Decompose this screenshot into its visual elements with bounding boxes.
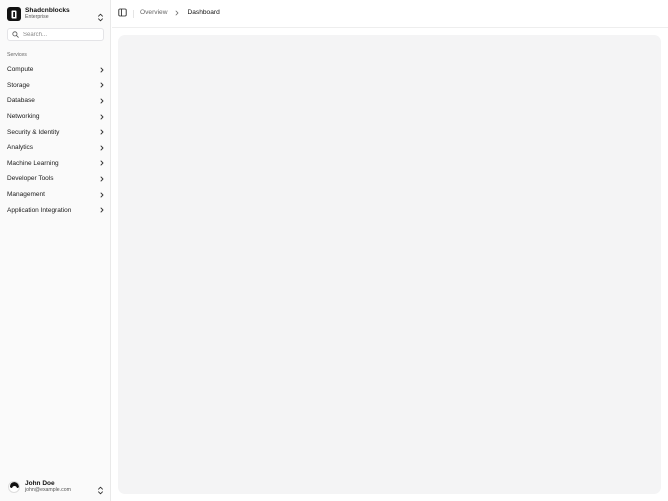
avatar (8, 481, 20, 493)
panel-left-icon[interactable] (118, 8, 127, 17)
chevron-right-icon (99, 192, 105, 198)
sidebar-item-application-integration[interactable]: Application Integration (3, 202, 108, 218)
chevron-right-icon (99, 98, 105, 104)
team-plan: Enterprise (25, 13, 49, 20)
chevron-right-icon (174, 10, 180, 16)
sidebar-item-label: Management (7, 191, 45, 199)
chevron-right-icon (99, 67, 105, 73)
search-box (7, 28, 104, 41)
team-info: Shadcnblocks Enterprise (25, 7, 70, 20)
sidebar-menu: Compute Storage Database Networking Secu… (3, 62, 108, 218)
team-switcher[interactable]: Shadcnblocks Enterprise (4, 4, 107, 24)
main-content-area (118, 35, 661, 494)
chevrons-up-down-icon (97, 482, 104, 500)
user-menu[interactable]: John Doe john@example.com (4, 477, 107, 497)
sidebar-item-label: Developer Tools (7, 175, 54, 183)
sidebar-item-storage[interactable]: Storage (3, 78, 108, 94)
sidebar-item-security-identity[interactable]: Security & Identity (3, 124, 108, 140)
chevron-right-icon (99, 145, 105, 151)
user-email: john@example.com (25, 486, 71, 493)
sidebar-item-label: Machine Learning (7, 159, 59, 167)
breadcrumb-overview[interactable]: Overview (140, 9, 167, 16)
sidebar-item-label: Database (7, 97, 35, 105)
chevron-right-icon (99, 129, 105, 135)
sidebar-item-label: Analytics (7, 144, 34, 152)
sidebar-item-label: Application Integration (7, 206, 72, 214)
sidebar-item-label: Storage (7, 81, 30, 89)
breadcrumb: Overview Dashboard (140, 9, 220, 16)
sidebar-item-database[interactable]: Database (3, 93, 108, 109)
chevron-right-icon (99, 176, 105, 182)
chevron-right-icon (99, 114, 105, 120)
search-input[interactable] (23, 31, 101, 38)
chevron-right-icon (99, 82, 105, 88)
search-icon (12, 31, 19, 38)
sidebar-item-label: Security & Identity (7, 128, 60, 136)
sidebar-item-machine-learning[interactable]: Machine Learning (3, 156, 108, 172)
header-divider (133, 10, 134, 18)
sidebar-item-developer-tools[interactable]: Developer Tools (3, 171, 108, 187)
breadcrumb-dashboard: Dashboard (187, 9, 220, 16)
top-header: Overview Dashboard (112, 0, 668, 28)
sidebar-item-compute[interactable]: Compute (3, 62, 108, 78)
sidebar-item-label: Compute (7, 66, 34, 74)
sidebar-item-analytics[interactable]: Analytics (3, 140, 108, 156)
shadcnblocks-logo-icon (7, 7, 21, 21)
sidebar-item-networking[interactable]: Networking (3, 109, 108, 125)
chevron-right-icon (99, 160, 105, 166)
sidebar: Shadcnblocks Enterprise Services Compute… (0, 0, 111, 501)
chevrons-up-down-icon (97, 9, 104, 27)
sidebar-item-label: Networking (7, 113, 40, 121)
user-info: John Doe john@example.com (25, 480, 71, 493)
chevron-right-icon (99, 207, 105, 213)
sidebar-item-management[interactable]: Management (3, 187, 108, 203)
sidebar-group-label: Services (7, 52, 27, 58)
